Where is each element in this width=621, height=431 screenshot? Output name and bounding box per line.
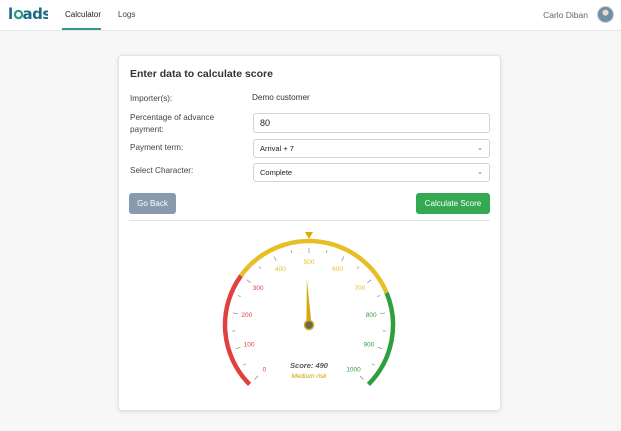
gauge-tick [367,279,372,284]
gauge-tick [359,375,364,380]
chevron-down-icon: ⌄ [477,169,483,176]
gauge-tick [377,295,381,298]
gauge-tick-label: 800 [366,312,377,319]
gauge-tick-label: 400 [275,266,286,273]
gauge-segment-3 [366,291,396,386]
gauge-needle-hub [303,319,315,331]
brand-logo[interactable]: l ads [8,5,52,28]
tab-calculator[interactable]: Calculator [65,0,101,31]
risk-text: Medium risk [291,373,327,380]
gauge-segment-1 [222,274,252,386]
score-gauge: 0 100 200 300 400 500 600 700 800 900 1000 Score: … [222,232,396,386]
character-value: Complete [260,168,293,177]
calculate-score-button[interactable]: Calculate Score [416,193,490,214]
gauge-tick [246,279,251,284]
gauge-tick-label: 600 [332,266,343,273]
gauge-tick [254,375,259,380]
score-pointer-marker [305,232,313,239]
divider [129,220,490,221]
score-text: Score: 490 [290,361,329,370]
gauge-tick-label: 300 [253,285,264,292]
score-calculator-card: Enter data to calculate score Importer(s… [118,55,501,411]
gauge-tick [377,346,383,350]
payment-term-value: Arrival + 7 [260,144,294,153]
tab-logs[interactable]: Logs [118,0,135,31]
gauge-tick [243,363,247,366]
advance-payment-label: Percentage of advance payment: [130,113,215,134]
gauge-tick-label: 500 [304,259,315,266]
gauge-tick [237,295,241,298]
gauge-tick [341,256,345,262]
gauge-tick [380,312,386,315]
advance-payment-input[interactable] [253,113,490,133]
importer-label: Importer(s): [130,94,173,103]
gauge-needle [306,279,312,326]
importer-value: Demo customer [252,93,310,102]
gauge-tick [325,250,328,254]
payment-term-select[interactable]: Arrival + 7 ⌄ [253,139,490,158]
gauge-tick-label: 100 [244,341,255,348]
svg-text:ads: ads [23,5,49,23]
character-select[interactable]: Complete ⌄ [253,163,490,182]
gauge-tick-label: 1000 [346,367,361,374]
gauge-tick-label: 0 [263,367,267,374]
gauge-tick [273,256,277,262]
gauge-tick-label: 900 [363,341,374,348]
gauge-tick [232,312,238,315]
gauge-tick [290,250,293,254]
gauge-tick-label: 200 [241,312,252,319]
gauge-tick [371,363,375,366]
gauge-tick-label: 700 [355,285,366,292]
payment-term-label: Payment term: [130,143,184,152]
go-back-button[interactable]: Go Back [129,193,176,214]
gauge-tick [235,346,241,350]
top-navigation-bar: l ads Calculator Logs Carlo Diban [0,0,621,31]
user-avatar[interactable] [597,6,614,23]
chevron-down-icon: ⌄ [477,145,483,152]
form-title: Enter data to calculate score [130,68,273,80]
active-tab-indicator [62,28,101,30]
user-name[interactable]: Carlo Diban [543,10,588,20]
character-label: Select Character: [130,166,194,175]
loads-logo-icon: l ads [8,5,52,23]
svg-text:l: l [8,5,13,23]
gauge-tick [356,266,360,269]
gauge-tick [258,266,262,269]
